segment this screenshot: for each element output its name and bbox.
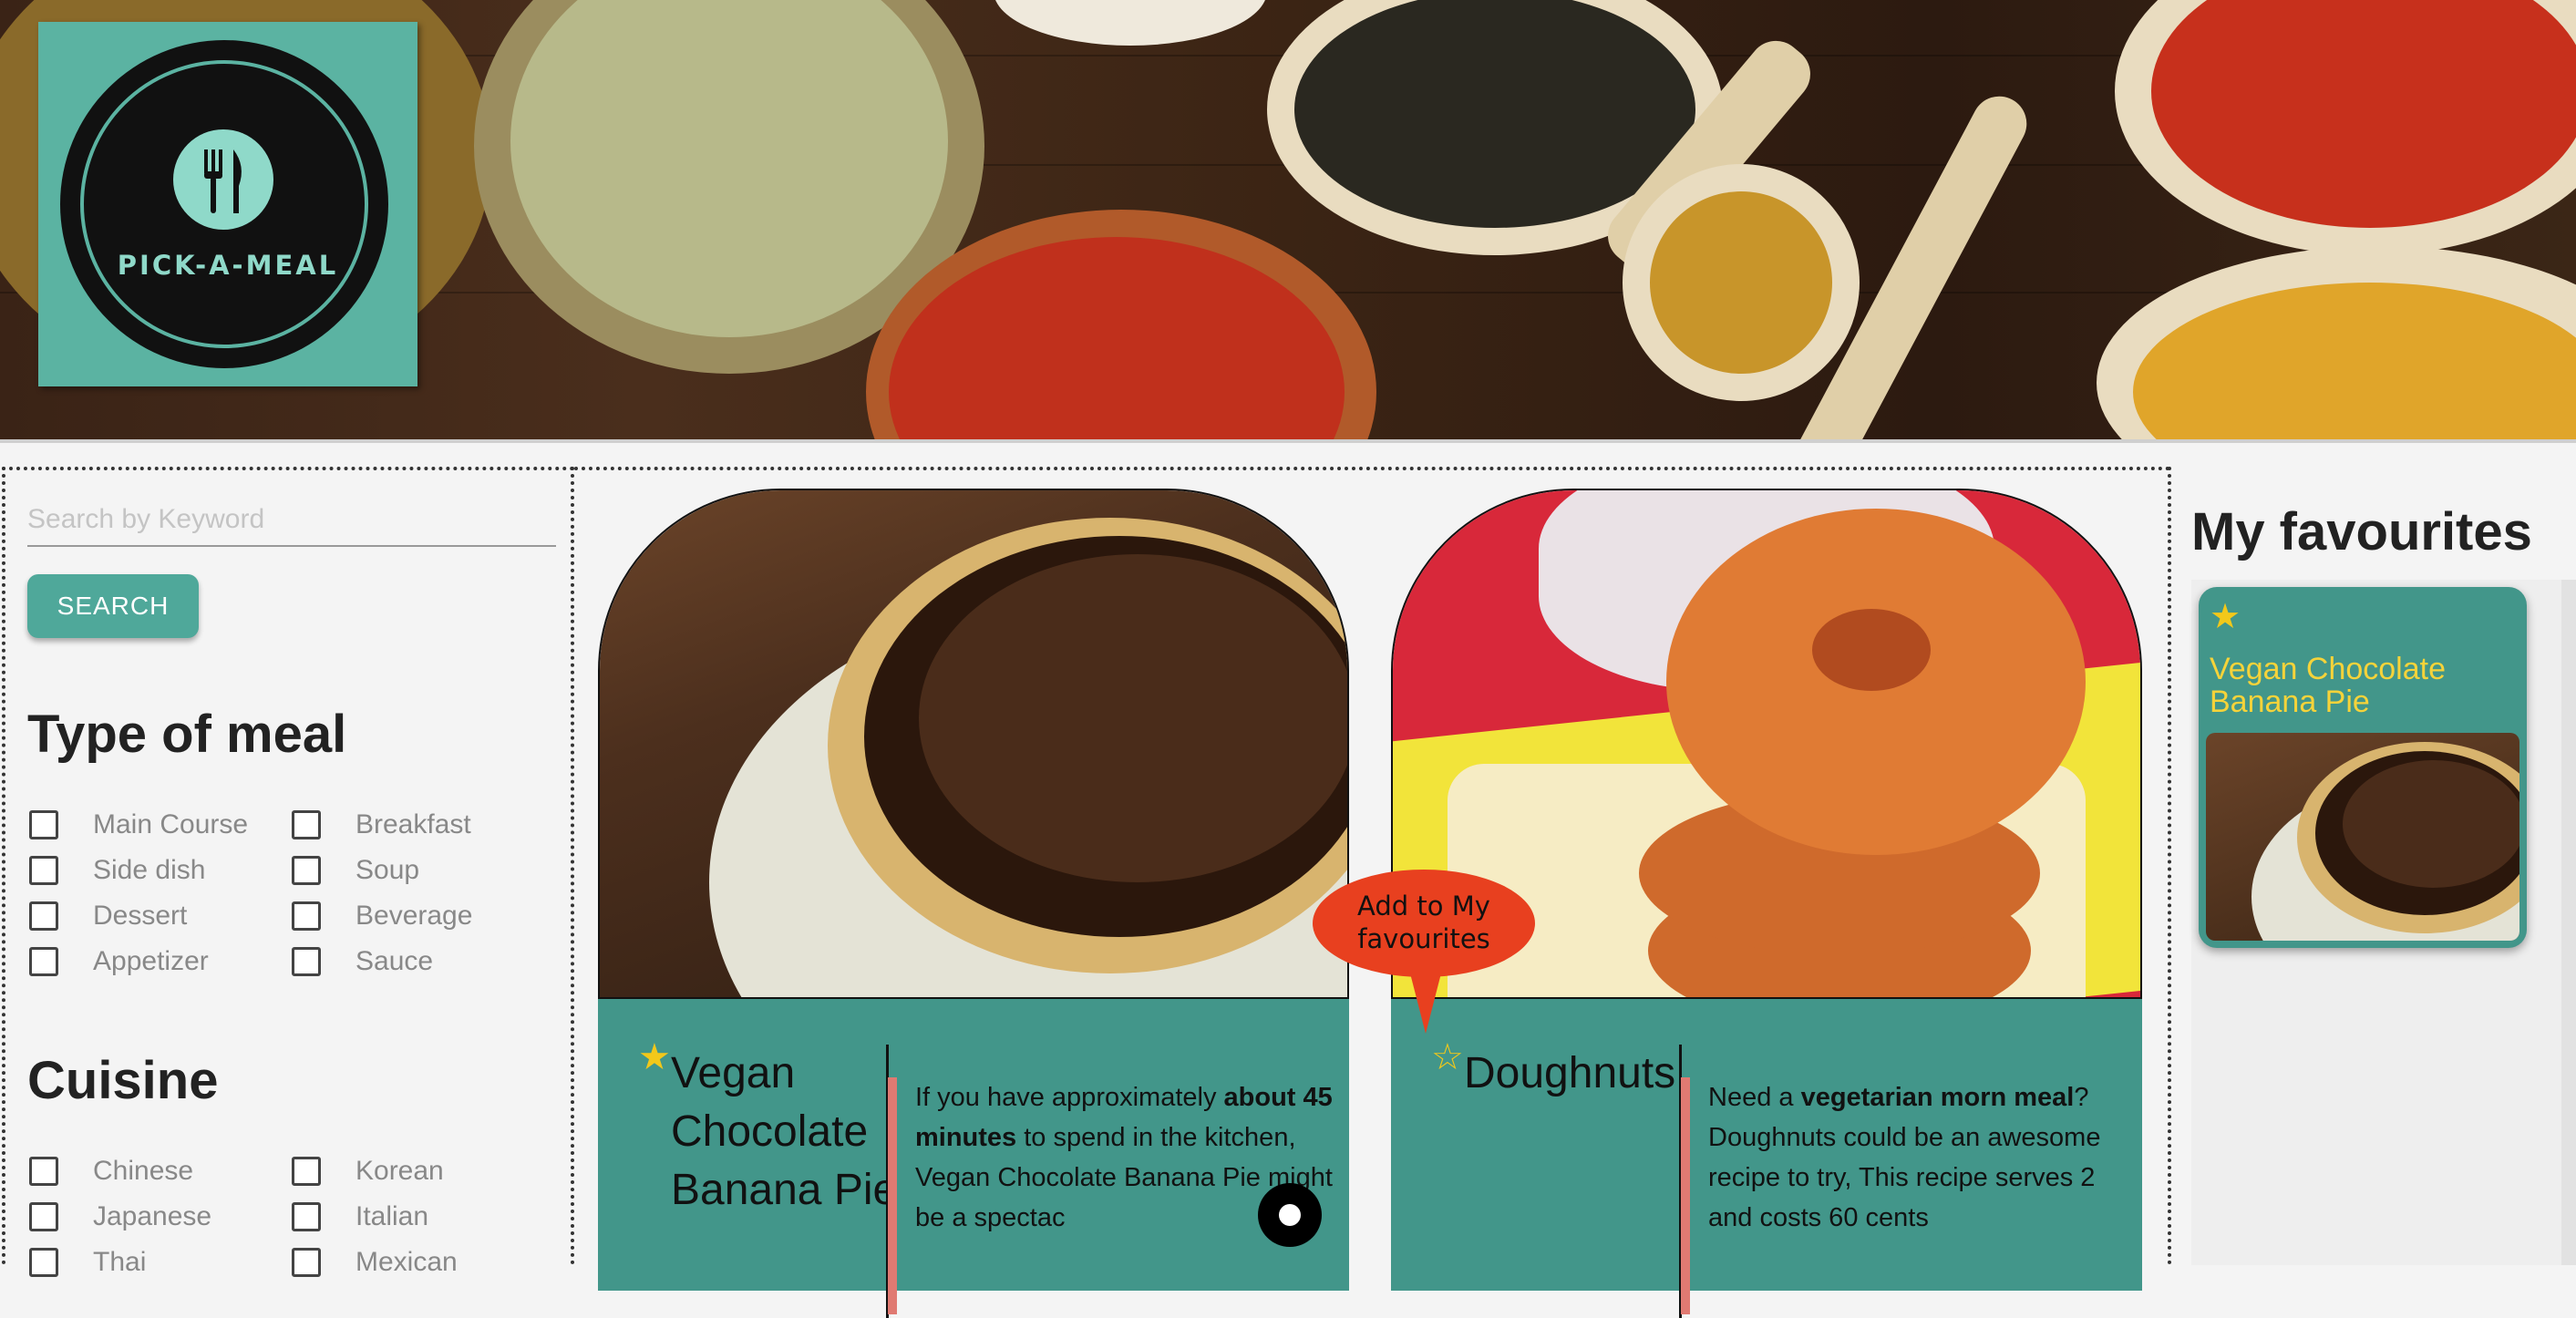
tooltip-tail [1409, 970, 1442, 1034]
star-icon[interactable]: ★ [2210, 596, 2241, 637]
spice-bowl [994, 0, 1267, 46]
cuisine-title: Cuisine [27, 1051, 219, 1110]
recipe-title[interactable]: Vegan Chocolate Banana Pie [671, 1045, 899, 1220]
checkbox-beverage[interactable]: Beverage [292, 901, 554, 932]
doughnut-hole [1812, 609, 1931, 691]
recipe-title[interactable]: Doughnuts [1464, 1045, 1692, 1103]
checkbox[interactable] [292, 901, 321, 931]
checkbox-italian[interactable]: Italian [292, 1201, 554, 1232]
accent-bar [1681, 1077, 1690, 1314]
search-input[interactable] [27, 494, 556, 547]
checkbox[interactable] [292, 1248, 321, 1277]
record-dot [1279, 1204, 1301, 1226]
header-banner: PICK-A-MEAL [0, 0, 2576, 439]
checkbox-dessert[interactable]: Dessert [29, 901, 292, 932]
checkbox[interactable] [292, 947, 321, 976]
recipe-card[interactable]: ★ Vegan Chocolate Banana Pie If you have… [598, 489, 1349, 1318]
brand-name: PICK-A-MEAL [117, 250, 339, 281]
accent-bar [888, 1077, 897, 1314]
meal-type-title: Type of meal [27, 705, 347, 764]
checkbox[interactable] [29, 1202, 58, 1231]
spice-turmeric [1650, 191, 1832, 374]
checkbox[interactable] [29, 1157, 58, 1186]
record-icon[interactable] [1258, 1183, 1322, 1247]
search-button[interactable]: SEARCH [27, 574, 199, 638]
meal-type-options: Main Course Breakfast Side dish Soup Des… [29, 809, 554, 977]
checkbox-appetizer[interactable]: Appetizer [29, 946, 292, 977]
checkbox[interactable] [292, 1202, 321, 1231]
checkbox-mexican[interactable]: Mexican [292, 1247, 554, 1278]
pie-photo-icon[interactable] [598, 489, 1349, 999]
pie-filling [919, 554, 1347, 882]
recipe-card[interactable]: ☆ Doughnuts Need a vegetarian morn meal?… [1391, 489, 2142, 1318]
filter-sidebar: SEARCH Type of meal Main Course Breakfas… [2, 467, 574, 1277]
recipe-description: Need a vegetarian morn meal? Doughnuts c… [1708, 1083, 2101, 1232]
favourites-title: My favourites [2191, 502, 2532, 561]
add-favourite-tooltip: Add to My favourites [1313, 870, 1535, 977]
checkbox-korean[interactable]: Korean [292, 1156, 554, 1187]
checkbox[interactable] [292, 810, 321, 839]
checkbox[interactable] [292, 1157, 321, 1186]
favourite-item[interactable]: ★ Vegan Chocolate Banana Pie [2199, 587, 2527, 948]
recipe-card-body: ★ Vegan Chocolate Banana Pie If you have… [598, 999, 1349, 1318]
recipe-results: ★ Vegan Chocolate Banana Pie If you have… [574, 467, 2171, 1318]
favourite-star-icon[interactable]: ★ [638, 1039, 671, 1076]
checkbox-soup[interactable]: Soup [292, 855, 554, 886]
header-divider [0, 439, 2576, 443]
checkbox-breakfast[interactable]: Breakfast [292, 809, 554, 840]
checkbox[interactable] [29, 901, 58, 931]
favourite-star-icon[interactable]: ☆ [1431, 1039, 1464, 1076]
cutlery-icon [173, 129, 273, 230]
checkbox[interactable] [292, 856, 321, 885]
favourite-name: Vegan Chocolate Banana Pie [2210, 652, 2446, 719]
cuisine-options: Chinese Korean Japanese Italian Thai Mex… [29, 1156, 554, 1278]
recipe-card-body: ☆ Doughnuts Need a vegetarian morn meal?… [1391, 999, 2142, 1318]
checkbox-thai[interactable]: Thai [29, 1247, 292, 1278]
checkbox[interactable] [29, 1248, 58, 1277]
pie-thumbnail-icon [2206, 733, 2519, 941]
favourites-panel: My favourites ★ Vegan Chocolate Banana P… [2175, 467, 2576, 1265]
checkbox[interactable] [29, 856, 58, 885]
checkbox-sauce[interactable]: Sauce [292, 946, 554, 977]
checkbox[interactable] [29, 810, 58, 839]
thumb-filling [2343, 760, 2519, 888]
checkbox-chinese[interactable]: Chinese [29, 1156, 292, 1187]
checkbox[interactable] [29, 947, 58, 976]
checkbox-side-dish[interactable]: Side dish [29, 855, 292, 886]
checkbox-main-course[interactable]: Main Course [29, 809, 292, 840]
checkbox-japanese[interactable]: Japanese [29, 1201, 292, 1232]
logo[interactable]: PICK-A-MEAL [38, 22, 417, 386]
